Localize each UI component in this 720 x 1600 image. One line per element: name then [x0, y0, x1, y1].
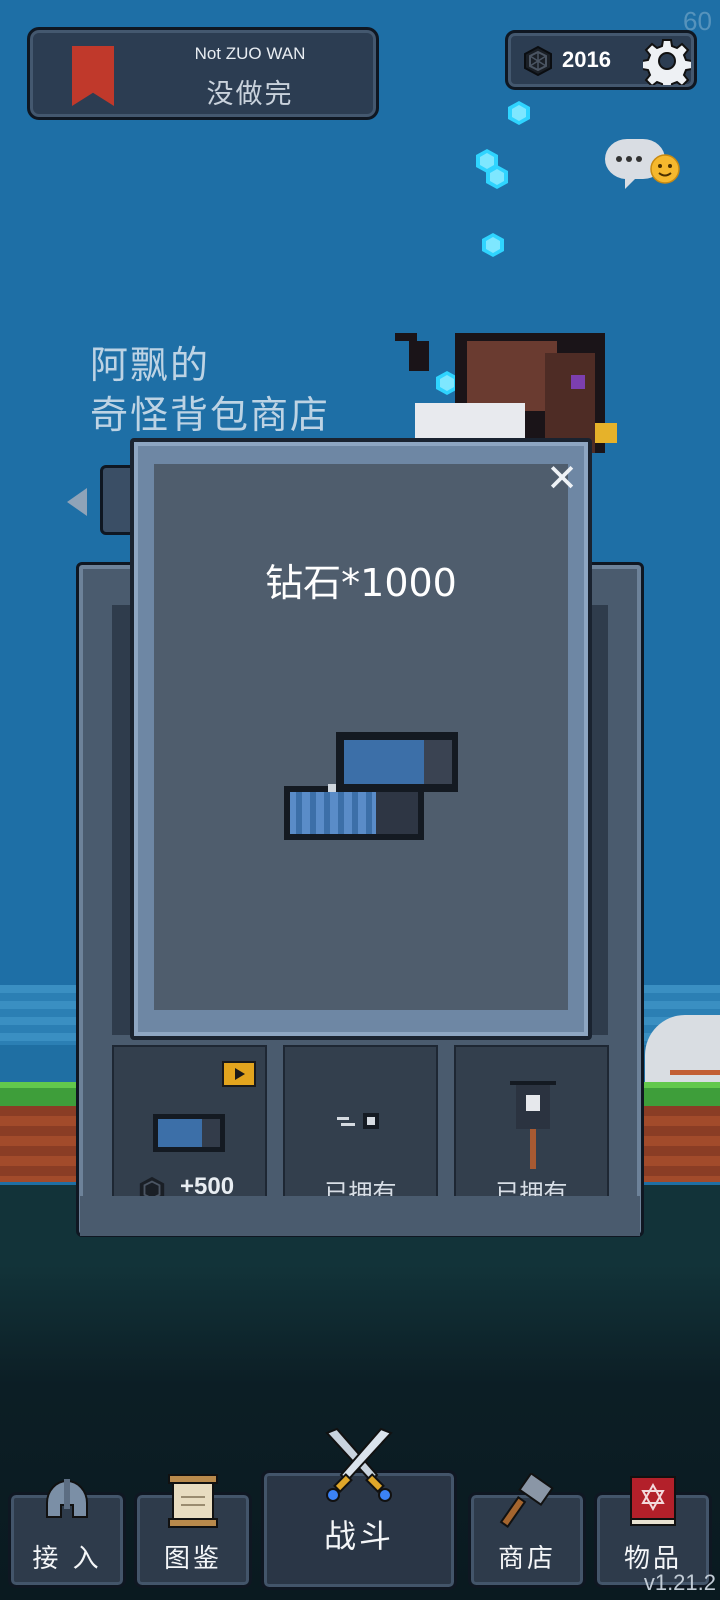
user-subtitle: 没做完	[206, 79, 294, 110]
shop-title-line-2: 奇怪背包商店	[90, 393, 331, 437]
gem-chest-icon	[284, 732, 458, 840]
nav-label: 接 入	[32, 1544, 102, 1574]
gem-currency-bar: 2016	[505, 30, 697, 90]
ground-right	[640, 1082, 720, 1182]
shop-title-line-1: 阿飘的	[90, 343, 211, 387]
shop-slot-bullet[interactable]: 已拥有	[283, 1045, 438, 1200]
user-name: Not ZUO WAN	[194, 44, 306, 63]
fps-counter: 60	[683, 6, 712, 36]
version-label: v1.21.2	[643, 1570, 716, 1595]
banner-staff-icon	[510, 1081, 556, 1169]
gem-icon	[524, 45, 552, 77]
shopkeeper-ghost-character	[395, 333, 617, 453]
left-arrow-icon[interactable]	[67, 488, 87, 516]
ground-left	[0, 1082, 80, 1182]
crossed-swords-icon	[325, 1427, 393, 1502]
floating-gem-icon	[508, 101, 530, 125]
scroll-icon	[168, 1474, 218, 1528]
nav-battle[interactable]: 战斗	[261, 1427, 457, 1590]
close-button[interactable]: ✕	[544, 459, 580, 497]
shop-panel-bottom	[80, 1196, 640, 1236]
reward-dialog: ✕ 钻石*1000	[130, 438, 592, 1040]
video-ad-icon	[222, 1061, 256, 1087]
bottom-navigation: 接 入 图鉴 战斗 商店 物品 v1.21.2	[0, 1427, 720, 1600]
nav-codex[interactable]: 图鉴	[134, 1474, 252, 1588]
shop-title: 阿飘的 奇怪背包商店	[90, 340, 330, 440]
nav-label: 图鉴	[163, 1544, 222, 1574]
nav-connect[interactable]: 接 入	[8, 1479, 126, 1588]
gear-icon[interactable]	[643, 37, 691, 85]
chest-icon	[153, 1114, 225, 1152]
user-banner[interactable]: Not ZUO WAN 没做完	[27, 27, 379, 120]
nav-label: 商店	[497, 1544, 556, 1574]
nav-label: 战斗	[323, 1517, 394, 1555]
shop-slot-banner-staff[interactable]: 已拥有	[454, 1045, 609, 1200]
gem-count: 2016	[562, 47, 611, 72]
hammer-icon	[499, 1473, 554, 1528]
bullet-icon	[337, 1113, 379, 1129]
reward-title: 钻石*1000	[265, 561, 457, 605]
nav-shop[interactable]: 商店	[468, 1473, 586, 1588]
floating-gem-icon	[482, 233, 504, 257]
helmet-icon	[46, 1479, 88, 1518]
bookmark-icon	[72, 46, 114, 106]
floating-gem-icon	[486, 165, 508, 189]
shop-slot-gem-chest[interactable]: +500	[112, 1045, 267, 1200]
chat-bubble-icon[interactable]	[601, 137, 681, 192]
spellbook-icon	[630, 1476, 676, 1526]
